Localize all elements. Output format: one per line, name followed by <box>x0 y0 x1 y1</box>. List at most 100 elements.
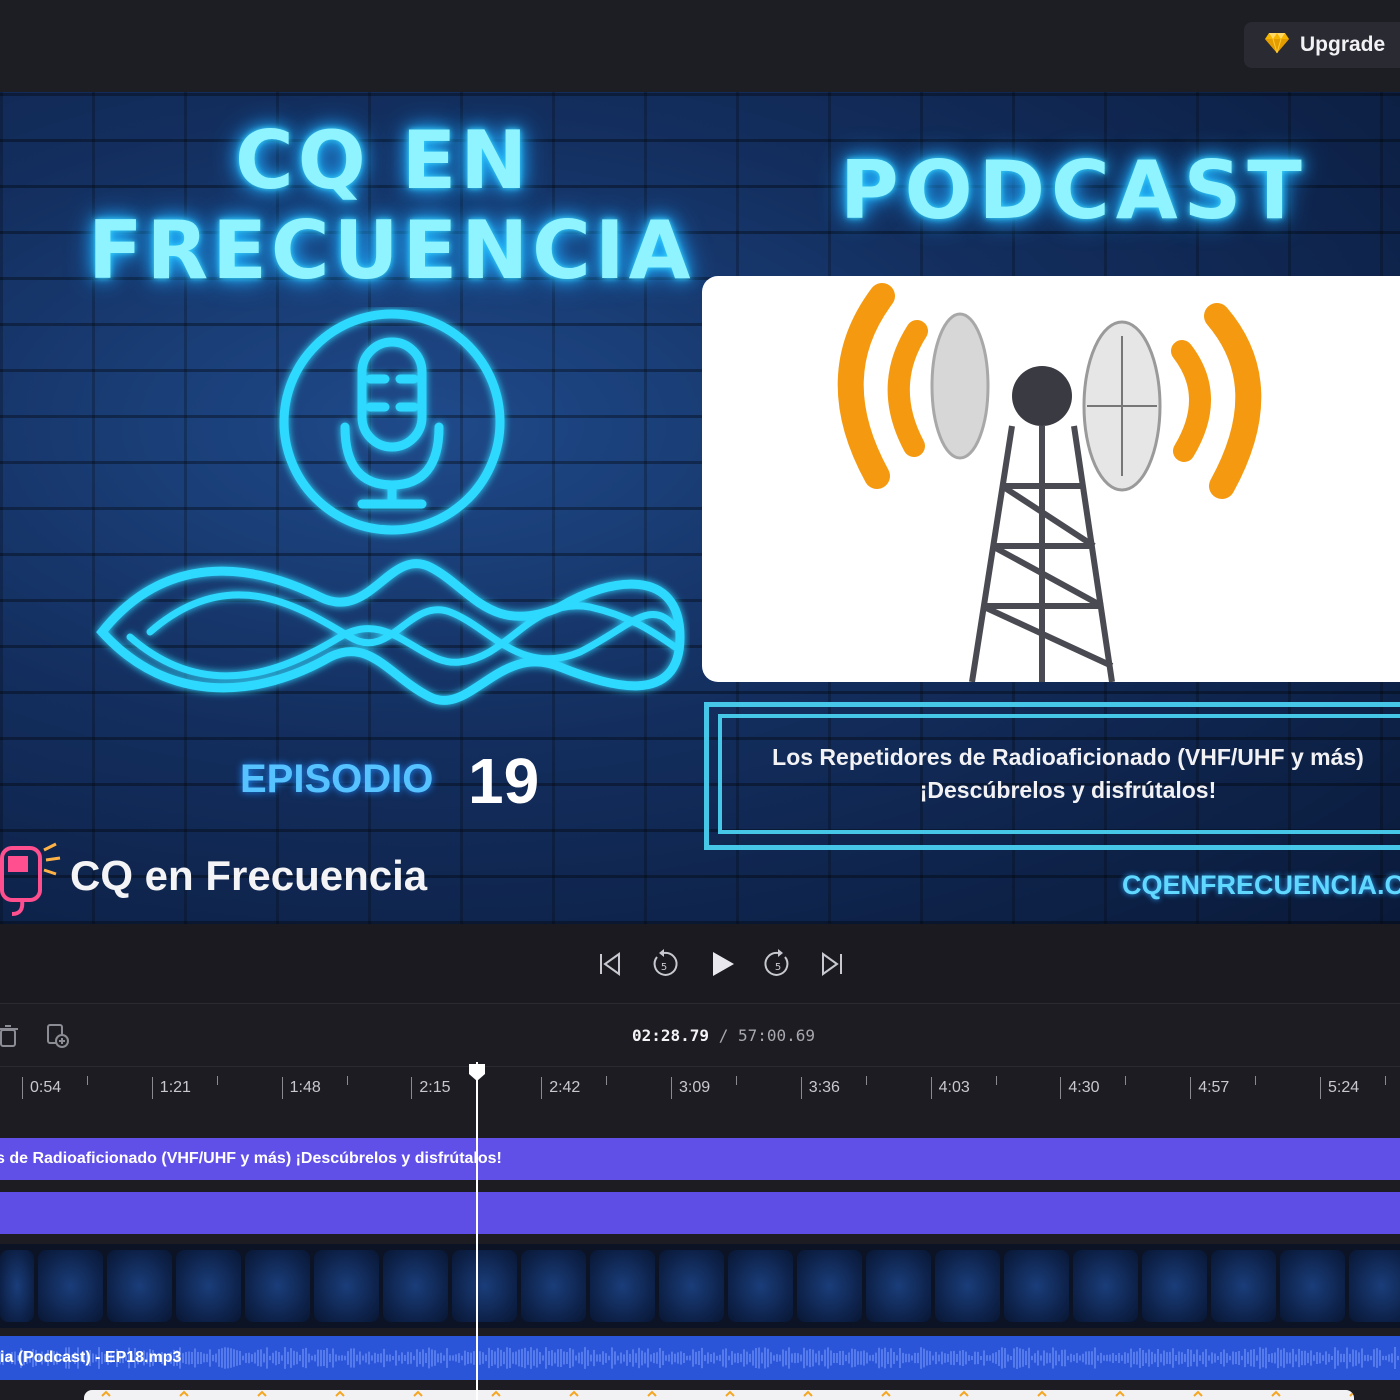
current-time: 02:28.79 <box>632 1026 710 1045</box>
ruler-label: 3:36 <box>808 1079 840 1096</box>
video-frame-thumbnail <box>521 1250 586 1322</box>
video-frame-thumbnail <box>590 1250 655 1322</box>
ruler-minor-tick <box>216 1076 218 1085</box>
website-url: CQENFRECUENCIA.CO <box>1122 870 1400 900</box>
play-icon <box>713 952 734 976</box>
playhead-handle[interactable] <box>467 1062 487 1082</box>
episode-label: EPISODIO <box>240 757 434 801</box>
video-frame-thumbnail <box>383 1250 448 1322</box>
duplicate-button[interactable] <box>44 1020 72 1052</box>
ruler-label: 0:54 <box>30 1079 62 1096</box>
video-frame-thumbnail <box>866 1250 931 1322</box>
ruler-tick <box>800 1077 802 1099</box>
tower-image <box>702 276 1400 682</box>
title-text-track[interactable]: s de Radioaficionado (VHF/UHF y más) ¡De… <box>0 1138 1400 1180</box>
ruler-tick <box>541 1077 543 1099</box>
ruler-minor-tick <box>606 1076 608 1085</box>
video-frame-thumbnail <box>245 1250 310 1322</box>
video-frame-thumbnail <box>176 1250 241 1322</box>
ruler-minor-tick <box>995 1076 997 1085</box>
play-button[interactable] <box>704 946 740 982</box>
playhead-handle-icon <box>469 1064 485 1081</box>
ruler-label: 2:42 <box>549 1079 581 1096</box>
ruler-label: 4:30 <box>1068 1079 1100 1096</box>
ruler-label: 4:03 <box>938 1079 970 1096</box>
video-frame-thumbnail <box>0 1250 34 1322</box>
video-frame-thumbnail <box>659 1250 724 1322</box>
time-ruler[interactable]: 0:54 1:21 1:48 2:15 2:42 3:09 3:36 4:03 4:30 4:57… <box>0 1066 1400 1106</box>
ruler-minor-tick <box>87 1076 88 1085</box>
video-frame-thumbnail <box>1349 1250 1400 1322</box>
rewind-seconds: 5 <box>661 962 667 973</box>
forward-seconds: 5 <box>775 962 781 973</box>
trash-icon <box>0 1025 18 1047</box>
audio-waveform <box>0 1347 1399 1369</box>
rewind-icon: 5 <box>653 949 678 976</box>
ruler-label: 1:21 <box>159 1079 191 1096</box>
neon-title-line2: FRECUENCIA <box>88 204 695 297</box>
ruler-tick <box>151 1077 153 1099</box>
video-frame-thumbnail <box>1073 1250 1138 1322</box>
forward-5-button[interactable]: 5 <box>760 946 796 982</box>
ruler-minor-tick <box>1125 1076 1127 1085</box>
upgrade-button[interactable]: Upgrade <box>1244 22 1400 68</box>
radio-logo-icon <box>0 842 64 924</box>
ruler-label: 4:57 <box>1198 1079 1230 1096</box>
audio-track-label: ia (Podcast) - EP18.mp3 <box>0 1349 182 1366</box>
brand-name: CQ en Frecuencia <box>70 852 428 899</box>
extra-track[interactable] <box>84 1390 1354 1400</box>
ruler-minor-tick <box>1255 1076 1257 1085</box>
forward-icon: 5 <box>764 949 789 976</box>
video-track[interactable] <box>0 1244 1400 1328</box>
video-frame-thumbnail <box>452 1250 517 1322</box>
microphone-wave-icon <box>90 307 690 731</box>
video-frame-thumbnail <box>314 1250 379 1322</box>
video-frame-thumbnail <box>38 1250 103 1322</box>
ruler-tick <box>1320 1077 1321 1099</box>
video-frame-thumbnail <box>1211 1250 1276 1322</box>
ruler-label: 3:09 <box>679 1079 711 1096</box>
video-frame-thumbnail <box>107 1250 172 1322</box>
ruler-label: 2:15 <box>419 1079 451 1096</box>
delete-button[interactable] <box>0 1020 22 1052</box>
ruler-minor-tick <box>1385 1076 1386 1085</box>
playhead-line <box>476 1062 478 1400</box>
skip-forward-icon <box>822 952 842 976</box>
video-frame-thumbnail <box>797 1250 862 1322</box>
ruler-label: 1:48 <box>289 1079 321 1096</box>
ruler-tick <box>281 1077 283 1099</box>
skip-to-end-button[interactable] <box>814 946 850 982</box>
title-track-label: s de Radioaficionado (VHF/UHF y más) ¡De… <box>0 1150 502 1167</box>
video-frame-thumbnail <box>1004 1250 1069 1322</box>
skip-to-start-button[interactable] <box>592 946 628 982</box>
duplicate-icon <box>47 1024 69 1048</box>
upgrade-label: Upgrade <box>1300 33 1386 56</box>
episode-title: Los Repetidores de Radioaficionado (VHF/… <box>772 744 1364 803</box>
video-preview[interactable]: CQ EN FRECUENCIA PODCAST EPISODIO 19 CQ … <box>0 92 1400 924</box>
skip-back-icon <box>600 952 620 976</box>
total-time: 57:00.69 <box>737 1026 816 1045</box>
ruler-tick <box>930 1077 932 1099</box>
ruler-tick <box>411 1077 413 1099</box>
time-separator: / <box>709 1026 738 1045</box>
episode-number: 19 <box>468 745 540 817</box>
ruler-tick <box>1060 1077 1062 1099</box>
neon-title-line1: CQ EN <box>235 114 532 207</box>
ruler-tick <box>22 1077 23 1099</box>
video-frame-thumbnail <box>728 1250 793 1322</box>
ruler-label: 5:24 <box>1328 1079 1360 1096</box>
ruler-minor-tick <box>736 1076 737 1085</box>
ruler-tick <box>1190 1077 1192 1099</box>
diamond-icon <box>1264 31 1290 59</box>
track-markers <box>101 1390 1354 1397</box>
top-bar: Upgrade <box>0 0 1400 92</box>
ruler-minor-tick <box>346 1076 348 1085</box>
episode-title-box: Los Repetidores de Radioaficionado (VHF/… <box>718 714 1400 834</box>
rewind-5-button[interactable]: 5 <box>646 946 682 982</box>
audio-track[interactable]: ia (Podcast) - EP18.mp3 <box>0 1336 1400 1380</box>
ruler-tick <box>671 1077 672 1099</box>
video-frame-thumbnail <box>1142 1250 1207 1322</box>
overlay-track[interactable] <box>0 1192 1400 1234</box>
timecode-display: 02:28.79 / 57:00.69 <box>632 1026 815 1045</box>
ruler-minor-tick <box>865 1076 867 1085</box>
